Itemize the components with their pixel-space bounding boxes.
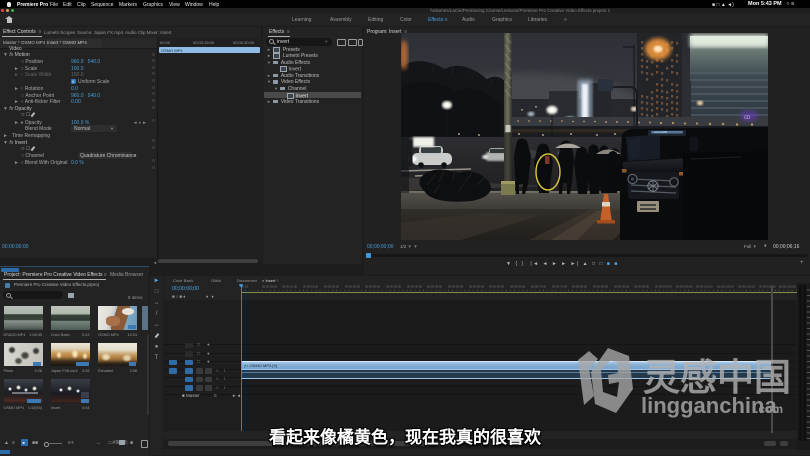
svg-text:灵感中国: 灵感中国: [643, 357, 791, 398]
svg-text:cb: cb: [744, 115, 751, 121]
svg-text:.com: .com: [755, 402, 783, 416]
